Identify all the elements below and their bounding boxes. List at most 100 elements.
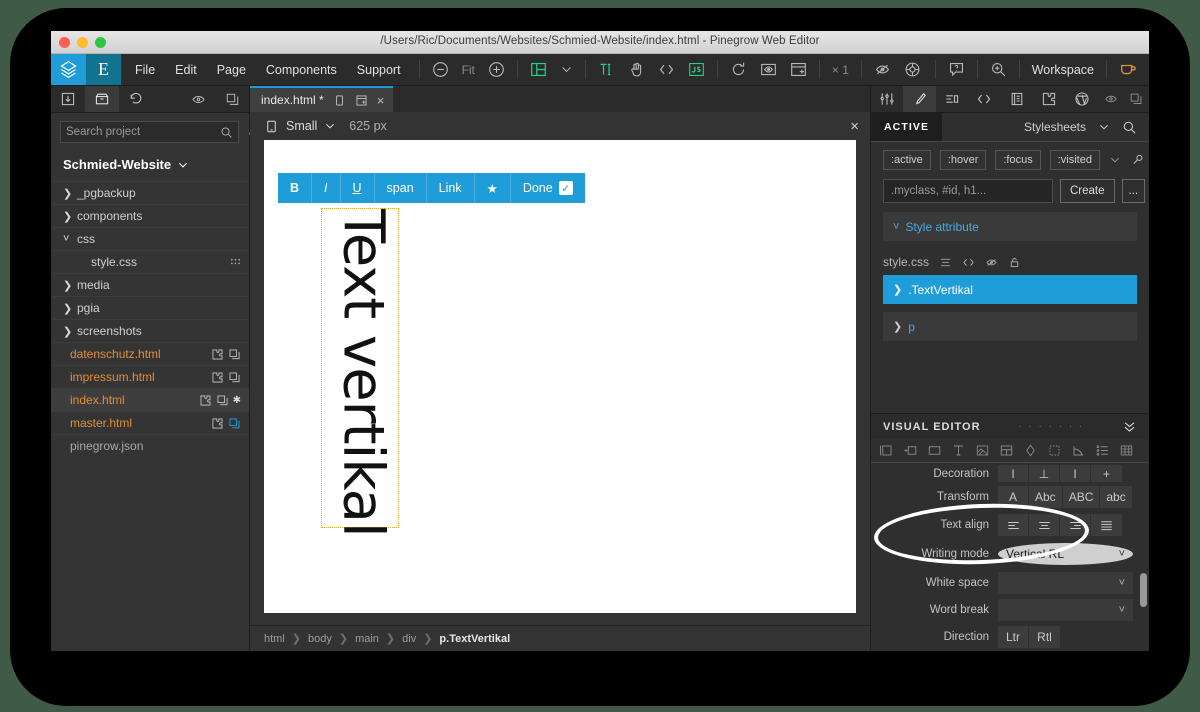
device-icon[interactable] [333, 94, 346, 107]
new-window-icon[interactable] [790, 61, 807, 78]
copy-icon[interactable] [228, 371, 241, 384]
css-rule-p[interactable]: ❯ p [883, 312, 1137, 341]
tree-file-master[interactable]: master.html [51, 411, 249, 434]
js-icon[interactable] [688, 61, 705, 78]
create-button[interactable]: Create [1060, 179, 1115, 203]
css-rule-textvertikal[interactable]: ❯ .TextVertikal [883, 275, 1137, 304]
copy-icon[interactable] [1124, 86, 1150, 112]
bold-button[interactable]: B [278, 173, 311, 203]
puzzle-icon[interactable] [211, 371, 224, 384]
transform-icon[interactable] [1047, 443, 1062, 458]
stylesheets-label[interactable]: Stylesheets [1024, 120, 1086, 134]
direction-ltr[interactable]: Ltr [998, 626, 1029, 648]
text-edit-icon[interactable] [598, 61, 615, 78]
list-icon[interactable] [939, 256, 952, 269]
menu-file[interactable]: File [135, 63, 155, 77]
breadcrumb-div[interactable]: div [402, 633, 416, 645]
tree-folder-media[interactable]: ❯ media [51, 273, 249, 296]
tree-file-pinegrow-json[interactable]: pinegrow.json [51, 434, 249, 457]
layout-icon[interactable] [879, 443, 894, 458]
tree-folder-screenshots[interactable]: ❯ screenshots [51, 319, 249, 342]
search-input[interactable] [66, 126, 220, 138]
copy-icon[interactable] [228, 348, 241, 361]
text-align-options[interactable] [998, 514, 1122, 536]
undo-icon[interactable] [119, 86, 153, 112]
vertical-text[interactable]: Text vertikal [331, 209, 396, 537]
selector-input[interactable] [883, 179, 1053, 203]
transition-icon[interactable] [1071, 443, 1086, 458]
zoom-fit-label[interactable]: Fit [462, 63, 475, 77]
menu-components[interactable]: Components [266, 63, 337, 77]
selected-element-outline[interactable]: Text vertikal [321, 208, 399, 537]
phone-icon[interactable] [264, 119, 279, 134]
pin-icon[interactable] [1131, 153, 1145, 167]
hide-icon[interactable] [874, 61, 891, 78]
align-justify-icon[interactable] [1091, 514, 1122, 536]
zoom-in-icon[interactable] [488, 61, 505, 78]
interact-hand-icon[interactable] [628, 61, 645, 78]
grid-layout-icon[interactable] [530, 61, 547, 78]
search-icon[interactable] [1122, 120, 1137, 135]
decoration-overline[interactable]: I [998, 465, 1029, 482]
breadcrumb-current[interactable]: p.TextVertikal [439, 633, 510, 645]
tab-wordpress-icon[interactable] [1066, 86, 1098, 112]
copy-icon-active[interactable] [228, 417, 241, 430]
white-space-select[interactable]: ˅ [998, 571, 1133, 594]
workspace-button[interactable]: Workspace [1020, 54, 1106, 85]
typography-icon[interactable] [951, 443, 966, 458]
search-input-wrapper[interactable] [60, 121, 239, 143]
close-device-icon[interactable]: × [850, 118, 859, 135]
scale-label[interactable]: × 1 [832, 63, 849, 77]
zoom-out-icon[interactable] [432, 61, 449, 78]
decoration-underline[interactable]: ⊥ [1029, 465, 1060, 482]
span-button[interactable]: span [373, 173, 426, 203]
code-icon[interactable] [962, 256, 975, 269]
tab-index-html[interactable]: index.html * × [250, 86, 394, 112]
drag-handle[interactable]: · · · · · · · [981, 421, 1122, 432]
writing-mode-select[interactable]: Vertical RL ˅ [998, 543, 1133, 565]
tab-code-icon[interactable] [968, 86, 1000, 112]
preview-icon[interactable] [760, 61, 777, 78]
editor-mode-button[interactable]: E [86, 54, 121, 85]
copy-icon[interactable] [215, 86, 249, 112]
close-tab-icon[interactable]: × [377, 93, 385, 108]
transform-capitalize[interactable]: Abc [1029, 485, 1063, 508]
tree-folder-css[interactable]: ˅ css [51, 227, 249, 250]
tree-folder-components[interactable]: ❯ components [51, 204, 249, 227]
import-icon[interactable] [51, 86, 85, 112]
chevron-down-icon[interactable] [324, 120, 336, 132]
position-icon[interactable] [903, 443, 918, 458]
more-options-button[interactable]: ... [1121, 179, 1146, 203]
tab-settings-icon[interactable] [871, 86, 903, 112]
align-center-icon[interactable] [1029, 514, 1060, 536]
word-break-select[interactable]: ˅ [998, 598, 1133, 621]
page-preview[interactable]: B I U span Link ★ Done ✓ Text vertikal [264, 140, 856, 613]
direction-rtl[interactable]: Rtl [1029, 626, 1060, 648]
italic-button[interactable]: I [311, 173, 339, 203]
reload-icon[interactable] [730, 61, 747, 78]
decoration-linethrough[interactable]: I [1060, 465, 1091, 482]
menu-page[interactable]: Page [217, 63, 246, 77]
transform-uppercase[interactable]: ABC [1062, 485, 1101, 508]
tree-folder-pgia[interactable]: ❯ pgia [51, 296, 249, 319]
tab-style-icon[interactable] [903, 86, 936, 112]
pseudo-active[interactable]: :active [883, 150, 931, 170]
chevron-down-icon[interactable] [1109, 154, 1121, 166]
tree-folder-pgbackup[interactable]: ❯ _pgbackup [51, 181, 249, 204]
breadcrumb-body[interactable]: body [308, 633, 332, 645]
copy-icon[interactable] [216, 394, 229, 407]
coffee-icon[interactable] [1119, 61, 1137, 79]
tree-file-index[interactable]: index.html ✱ [51, 388, 249, 411]
transform-none[interactable]: A [998, 485, 1029, 508]
pseudo-focus[interactable]: :focus [995, 150, 1041, 170]
transform-lowercase[interactable]: abc [1100, 485, 1132, 508]
breadcrumb-html[interactable]: html [264, 633, 285, 645]
hide-icon[interactable] [985, 256, 998, 269]
align-left-icon[interactable] [998, 514, 1029, 536]
breadcrumb-main[interactable]: main [355, 633, 379, 645]
menu-support[interactable]: Support [357, 63, 401, 77]
help-icon[interactable] [948, 61, 965, 78]
decoration-options[interactable]: I ⊥ I + [998, 465, 1122, 482]
tree-file-impressum[interactable]: impressum.html [51, 365, 249, 388]
menu-edit[interactable]: Edit [175, 63, 197, 77]
